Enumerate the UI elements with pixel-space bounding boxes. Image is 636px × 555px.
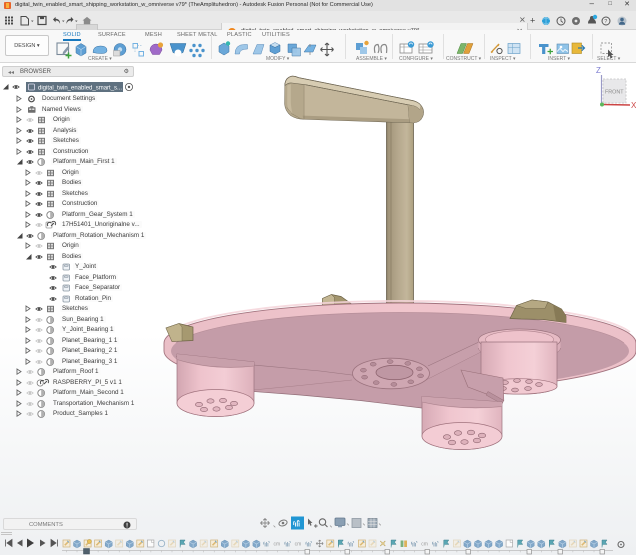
svg-text:cm: cm: [421, 542, 428, 548]
svg-text:cm: cm: [295, 542, 302, 548]
svg-text:digital_twin_enabled_smart_s..: digital_twin_enabled_smart_s...: [38, 85, 122, 91]
svg-text:+: +: [530, 16, 535, 26]
svg-text:Z: Z: [596, 66, 601, 75]
svg-text:X: X: [631, 101, 636, 110]
svg-text:cm: cm: [274, 542, 281, 548]
svg-text:?: ?: [604, 19, 607, 25]
svg-text:FRONT: FRONT: [605, 90, 624, 96]
